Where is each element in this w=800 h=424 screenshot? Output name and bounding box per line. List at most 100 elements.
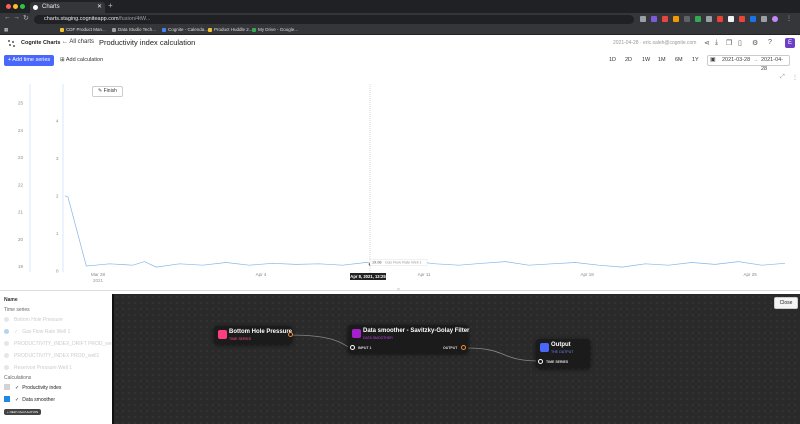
window-zoom-dot[interactable] (20, 4, 25, 9)
extension-icon[interactable] (717, 16, 723, 22)
cognite-logo-icon[interactable] (6, 39, 16, 48)
color-dot-icon (4, 341, 9, 346)
tab-favicon-icon (33, 5, 38, 10)
time-series-item[interactable]: ✓ Gas Flow Rate Well 1 (4, 329, 70, 335)
tab-close-icon[interactable]: ✕ (97, 2, 102, 13)
forward-icon[interactable]: → (13, 14, 20, 21)
range-button-2d[interactable]: 2D (625, 57, 632, 63)
apps-icon[interactable]: ▦ (4, 27, 8, 33)
color-swatch-icon (4, 384, 10, 390)
output-port[interactable] (461, 345, 466, 350)
share-icon[interactable]: ⋖ (704, 39, 710, 47)
x-ticks: Mar 28 Apr 4 Apr 11 Apr 18 Apr 25 (91, 272, 757, 277)
output-port[interactable] (288, 332, 293, 337)
line-plot[interactable]: 25242322212019 43210 Mar 28 Apr 4 Apr 11 Ap… (0, 72, 800, 290)
time-series-item[interactable]: PRODUCTIVITY_INDEX_DRIFT PROD_well 1 (4, 341, 118, 347)
time-series-header: Time series (4, 307, 30, 313)
y-left-tick-label: 20 (18, 237, 24, 242)
node-output[interactable]: Output THE OUTPUT TIME SERIES (536, 339, 590, 368)
calculation-label: Data smoother (22, 397, 55, 403)
drag-handle-icon[interactable]: = (397, 287, 400, 293)
add-calculation-button[interactable]: ⊞ Add calculation (60, 55, 103, 66)
time-series-item[interactable]: Reservoir Pressure Well 1 (4, 365, 72, 371)
app-header: Cognite Charts ← All charts Productivity… (0, 35, 800, 52)
range-button-1y[interactable]: 1Y (692, 57, 699, 63)
reload-icon[interactable]: ↻ (23, 14, 29, 22)
chart-title[interactable]: Productivity index calculation (99, 38, 195, 47)
color-dot-icon (4, 353, 9, 358)
hover-date-tooltip: Apr 8, 2021, 13:25 (350, 273, 386, 280)
add-calculation-label: Add calculation (65, 57, 104, 63)
date-range-picker[interactable]: ▣ 2021-03-28 → 2021-04-28 (707, 55, 790, 72)
extension-icon[interactable] (695, 16, 701, 22)
input-port[interactable] (350, 345, 355, 350)
new-calculation-label: NEW CALCULATION (9, 410, 39, 414)
finish-label: Finish (103, 88, 117, 94)
extension-icon[interactable] (706, 16, 712, 22)
bookmark-item[interactable]: CDF Product Man... (60, 27, 106, 32)
node-bottom-hole-pressure[interactable]: Bottom Hole Pressure TIME SERIES (214, 326, 293, 344)
range-button-1d[interactable]: 1D (609, 57, 616, 63)
range-button-1m[interactable]: 1M (658, 57, 666, 63)
color-dot-icon (4, 329, 9, 334)
extension-icon[interactable] (739, 16, 745, 22)
delete-icon[interactable]: ▯ (738, 39, 742, 47)
settings-icon[interactable]: ⚙ (752, 39, 758, 47)
calculation-item[interactable]: ✓ Productivity index (4, 384, 61, 391)
range-button-6m[interactable]: 6M (675, 57, 683, 63)
extension-icon[interactable] (728, 16, 734, 22)
time-series-label: Reservoir Pressure Well 1 (14, 365, 72, 371)
input-port[interactable] (538, 359, 543, 364)
bookmark-label: My Drive - Google... (258, 27, 299, 32)
address-bar[interactable]: charts.staging.cogniteapp.com/fusion/4tW… (34, 15, 634, 24)
window-minimize-dot[interactable] (13, 4, 18, 9)
bookmark-item[interactable]: Product Huddle 2... (208, 27, 253, 32)
bookmark-item[interactable]: Cognite - Calenda... (162, 27, 208, 32)
x-tick-label: Apr 11 (418, 272, 431, 277)
range-button-1w[interactable]: 1W (642, 57, 650, 63)
calculation-item[interactable]: ✓ Data smoother (4, 396, 55, 403)
extension-icon[interactable] (673, 16, 679, 22)
back-icon[interactable]: ← (4, 14, 11, 21)
all-charts-link[interactable]: ← All charts (62, 39, 94, 45)
close-button[interactable]: Close (774, 297, 798, 309)
download-icon[interactable]: ⤓ (715, 39, 718, 47)
series-line[interactable] (64, 195, 786, 268)
node-data-smoother[interactable]: Data smoother - Savitzky-Golay Filter DA… (348, 325, 469, 353)
output-port-label: OUTPUT (443, 346, 458, 350)
duplicate-icon[interactable]: ❐ (726, 39, 732, 47)
chart-area[interactable]: ⤢ ⋮ 25 24 23 22 21 20 19 43210 Mar 28 Apr 4 Apr … (0, 72, 800, 290)
node-subtitle: TIME SERIES (229, 337, 252, 341)
extension-icon[interactable] (684, 16, 690, 22)
header-meta: 2021-04-28 · eric.saleh@cognite.com (613, 40, 697, 46)
extension-icon[interactable] (750, 16, 756, 22)
profile-icon[interactable] (772, 16, 778, 22)
browser-tab[interactable]: Charts ✕ (30, 2, 105, 13)
new-tab-icon[interactable]: + (108, 1, 113, 10)
add-time-series-button[interactable]: + Add time series (4, 55, 54, 66)
bookmark-item[interactable]: Data Studio Tech... (112, 27, 156, 32)
check-icon: ✓ (15, 385, 20, 391)
y-right-tick-label: 3 (56, 156, 59, 161)
browser-menu-icon[interactable]: ⋮ (786, 15, 792, 22)
bookmark-label: CDF Product Man... (66, 27, 106, 32)
avatar[interactable]: E (785, 38, 795, 48)
time-series-item[interactable]: PRODUCTIVITY_INDEX PROD_well1 (4, 353, 99, 359)
calculations-header: Calculations (4, 375, 32, 381)
extension-icon[interactable] (651, 16, 657, 22)
date-from: 2021-03-28 (722, 57, 751, 63)
extension-icon[interactable] (761, 16, 767, 22)
window-close-dot[interactable] (6, 4, 11, 9)
extension-icon[interactable] (662, 16, 668, 22)
hover-date-label: Apr 8, 2021, 13:25 (350, 274, 386, 279)
extension-icon[interactable] (640, 16, 646, 22)
date-arrow-icon: → (753, 57, 759, 63)
time-series-item[interactable]: Bottom Hole Pressure (4, 317, 63, 323)
connection-wire (465, 347, 541, 362)
panel-resize-handle[interactable]: = (0, 287, 800, 293)
help-icon[interactable]: ? (768, 39, 772, 46)
bookmark-item[interactable]: My Drive - Google... (252, 27, 298, 32)
finish-button[interactable]: ✎ Finish (92, 86, 123, 97)
new-calculation-button[interactable]: + NEW CALCULATION (4, 409, 42, 415)
node-editor[interactable]: Bottom Hole Pressure TIME SERIES Data sm… (112, 294, 800, 424)
